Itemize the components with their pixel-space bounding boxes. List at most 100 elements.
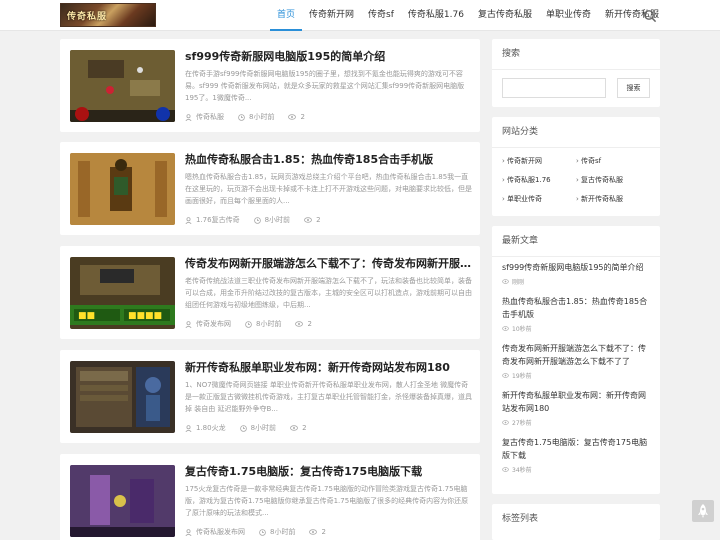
article-meta: 1.80火龙 8小时前 2 (185, 423, 321, 433)
site-logo[interactable]: 传奇私服 (60, 3, 156, 27)
article-title[interactable]: sf999传奇新服网电脑版195的简单介绍 (185, 50, 475, 64)
article-card: 热血传奇私服合击1.85：热血传奇185合击手机版 嗯热血传奇私服合击1.85，… (60, 142, 480, 235)
nav-item-danzhiye[interactable]: 单职业传奇 (539, 0, 598, 31)
logo-text: 传奇私服 (67, 12, 108, 22)
user-icon (185, 528, 192, 536)
article-views: 2 (321, 528, 326, 536)
article-views: 2 (302, 424, 307, 432)
eye-icon (502, 373, 509, 378)
recent-post: 传奇发布网新开服端游怎么下载不了：传奇发布网新开服端游怎么下载不了了 19秒前 (502, 342, 650, 380)
category-link[interactable]: 复古传奇私服 (576, 171, 650, 190)
categories-widget: 网站分类 传奇新开网 传奇sf 传奇私服1.76 复古传奇私服 单职业传奇 新开… (492, 117, 660, 216)
categories-widget-title: 网站分类 (492, 117, 660, 148)
article-meta: 传奇私服 8小时前 2 (185, 112, 319, 122)
category-link[interactable]: 传奇新开网 (502, 152, 576, 171)
search-widget: 搜索 搜索 (492, 39, 660, 107)
clock-icon (253, 216, 261, 224)
article-thumbnail[interactable]: ■■ ■■■■ (70, 257, 175, 329)
recent-post-date: 19秒前 (512, 373, 532, 380)
article-title[interactable]: 复古传奇1.75电脑版：复古传奇175电脑版下载 (185, 465, 475, 479)
tags-widget-title: 标签列表 (502, 514, 539, 524)
article-card: sf999传奇新服网电脑版195的简单介绍 在传奇手游sf999传奇新服网电脑版… (60, 39, 480, 132)
recent-post: 热血传奇私服合击1.85：热血传奇185合击手机版 10秒前 (502, 295, 650, 333)
article-card: 复古传奇1.75电脑版：复古传奇175电脑版下载 175火龙复古传奇是一款非常经… (60, 454, 480, 540)
recent-post-title[interactable]: sf999传奇新服网电脑版195的简单介绍 (502, 261, 650, 274)
search-icon[interactable] (643, 9, 657, 23)
eye-icon (290, 425, 298, 431)
clock-icon (245, 320, 252, 328)
clock-icon (238, 113, 245, 121)
recent-post-title[interactable]: 复古传奇1.75电脑版：复古传奇175电脑版下载 (502, 436, 650, 462)
article-category[interactable]: 传奇私服发布网 (196, 527, 245, 537)
recent-post: sf999传奇新服网电脑版195的简单介绍 刚刚 (502, 261, 650, 286)
recent-post: 复古传奇1.75电脑版：复古传奇175电脑版下载 34秒前 (502, 436, 650, 474)
site-header: 传奇私服 首页 传奇新开网 传奇sf 传奇私服1.76 复古传奇私服 单职业传奇… (0, 0, 720, 31)
article-thumbnail[interactable] (70, 361, 175, 433)
recent-post-date: 刚刚 (512, 279, 525, 286)
article-time: 8小时前 (256, 320, 282, 328)
category-link[interactable]: 单职业传奇 (502, 190, 576, 209)
article-thumbnail[interactable] (70, 153, 175, 225)
article-thumbnail[interactable] (70, 50, 175, 122)
recent-post: 新开传奇私服单职业发布网：新开传奇网站发布网180 27秒前 (502, 389, 650, 427)
article-meta: 1.76复古传奇 8小时前 2 (185, 215, 335, 225)
eye-icon (502, 326, 509, 331)
article-card: 新开传奇私服单职业发布网：新开传奇网站发布网180 1、NO7微魔传奇网页链接 … (60, 350, 480, 443)
eye-icon (309, 529, 318, 535)
recent-posts-list: sf999传奇新服网电脑版195的简单介绍 刚刚 热血传奇私服合击1.85：热血… (492, 257, 660, 487)
nav-item-chuanqi-sf[interactable]: 传奇sf (361, 0, 401, 31)
category-link[interactable]: 传奇私服1.76 (502, 171, 576, 190)
article-category[interactable]: 传奇发布网 (196, 319, 231, 329)
recent-post-date: 34秒前 (512, 467, 532, 474)
article-title[interactable]: 传奇发布网新开服端游怎么下载不了：传奇发布网新开服端游... (185, 257, 475, 271)
article-category[interactable]: 传奇私服 (196, 112, 224, 122)
article-time: 8小时前 (249, 113, 275, 121)
rocket-icon (698, 504, 708, 518)
article-excerpt: 嗯热血传奇私服合击1.85，玩网页游戏总绕主介绍个平台吧，热血传奇私服合击1.8… (185, 173, 472, 205)
article-views: 2 (316, 216, 321, 224)
category-list: 传奇新开网 传奇sf 传奇私服1.76 复古传奇私服 单职业传奇 新开传奇私服 (492, 148, 660, 213)
clock-icon (239, 424, 247, 432)
eye-icon (502, 467, 509, 472)
eye-icon (295, 321, 304, 327)
nav-item-sifu-176[interactable]: 传奇私服1.76 (401, 0, 471, 31)
article-excerpt: 175火龙复古传奇是一款非常经典复古传奇1.75电脑版的动作冒险类游戏复古传奇1… (185, 485, 469, 517)
article-time: 8小时前 (250, 424, 277, 432)
search-widget-title: 搜索 (492, 39, 660, 70)
eye-icon (502, 279, 509, 284)
user-icon (185, 216, 192, 224)
user-icon (185, 320, 192, 328)
article-category[interactable]: 1.76复古传奇 (196, 215, 240, 225)
recent-post-date: 27秒前 (512, 420, 532, 427)
user-icon (185, 424, 192, 432)
recent-post-title[interactable]: 传奇发布网新开服端游怎么下载不了：传奇发布网新开服端游怎么下载不了了 (502, 342, 650, 368)
article-meta: 传奇发布网 8小时前 2 (185, 319, 326, 329)
article-category[interactable]: 1.80火龙 (196, 423, 226, 433)
tags-widget: 标签列表 (492, 504, 660, 540)
clock-icon (259, 528, 266, 536)
article-views: 2 (300, 113, 305, 121)
back-to-top-button[interactable] (692, 500, 714, 522)
recent-post-date: 10秒前 (512, 326, 532, 333)
nav-item-fugu-sifu[interactable]: 复古传奇私服 (471, 0, 539, 31)
main-nav: 首页 传奇新开网 传奇sf 传奇私服1.76 复古传奇私服 单职业传奇 新开传奇… (270, 0, 666, 31)
article-title[interactable]: 新开传奇私服单职业发布网：新开传奇网站发布网180 (185, 361, 475, 375)
eye-icon (304, 217, 312, 223)
article-thumbnail[interactable] (70, 465, 175, 537)
nav-item-chuanqi-xinkai[interactable]: 传奇新开网 (302, 0, 361, 31)
category-link[interactable]: 新开传奇私服 (576, 190, 650, 209)
article-title[interactable]: 热血传奇私服合击1.85：热血传奇185合击手机版 (185, 153, 475, 167)
recent-posts-title: 最新文章 (492, 226, 660, 257)
nav-item-home[interactable]: 首页 (270, 0, 303, 31)
eye-icon (502, 420, 509, 425)
recent-post-title[interactable]: 热血传奇私服合击1.85：热血传奇185合击手机版 (502, 295, 650, 321)
svg-text:■■■■: ■■■■ (128, 311, 162, 321)
recent-post-title[interactable]: 新开传奇私服单职业发布网：新开传奇网站发布网180 (502, 389, 650, 415)
article-excerpt: 在传奇手游sf999传奇新服网电脑版195的圈子里，想找到不氪金也能玩得爽的游戏… (185, 70, 465, 102)
recent-posts-widget: 最新文章 sf999传奇新服网电脑版195的简单介绍 刚刚 热血传奇私服合击1.… (492, 226, 660, 494)
category-link[interactable]: 传奇sf (576, 152, 650, 171)
search-button[interactable]: 搜索 (617, 78, 650, 98)
article-views: 2 (307, 320, 312, 328)
search-input[interactable] (502, 78, 606, 98)
article-meta: 传奇私服发布网 8小时前 2 (185, 527, 340, 537)
